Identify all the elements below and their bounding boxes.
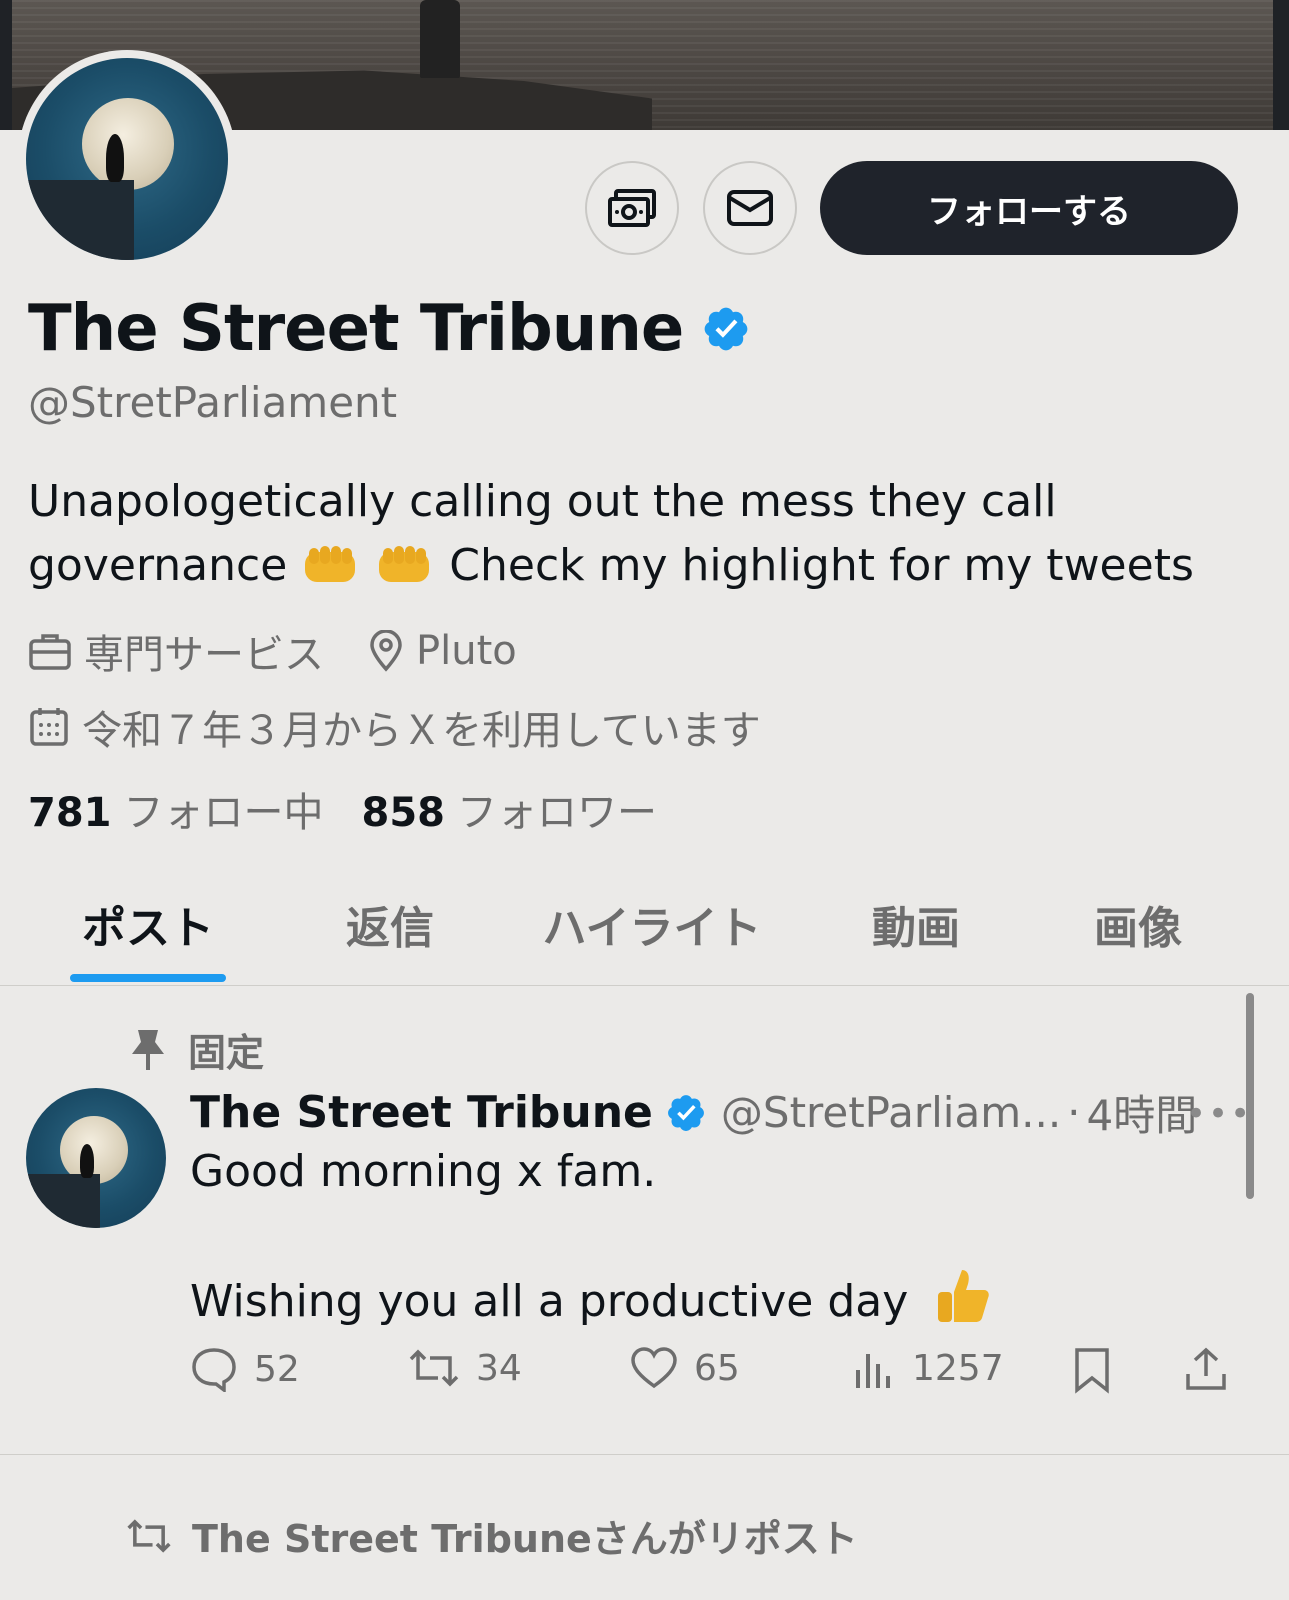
tab-videos[interactable]: 動画 [856,892,976,956]
post-text-line-2-content: Wishing you all a productive day [190,1276,909,1327]
repost-note-text: The Street Tribuneさんがリポスト [192,1517,858,1561]
verified-badge-icon[interactable] [701,304,751,354]
bookmark-button[interactable] [1072,1346,1128,1394]
reply-button[interactable]: 52 [190,1346,300,1392]
avatar-cliff [26,180,134,260]
pin-icon [132,1029,164,1070]
followers-count: 858 [361,790,446,836]
following-label: フォロー中 [123,790,324,836]
profile-tabs: ポスト 返信 ハイライト 動画 画像 [0,870,1289,986]
display-name: The Street Tribune [28,292,684,366]
profile-bio: Unapologetically calling out the mess th… [28,470,1248,598]
avatar-person [80,1144,94,1178]
tip-button[interactable] [585,161,679,255]
post-actions: 52 34 65 1257 [190,1346,1240,1402]
bio-line-2-post: Check my highlight for my tweets [449,540,1194,591]
avatar-image [26,58,228,260]
followers-label: フォロワー [457,790,657,836]
reply-icon [192,1348,236,1392]
tab-posts[interactable]: ポスト [70,892,226,956]
post-author-name[interactable]: The Street Tribune [190,1087,653,1138]
repost-icon [127,1518,171,1553]
avatar-moon [82,98,174,190]
post-author-handle[interactable]: @StretParliam... [721,1088,1061,1137]
views-button[interactable]: 1257 [852,1346,1004,1390]
bio-line-1: Unapologetically calling out the mess th… [28,476,1057,527]
profile-name-row: The Street Tribune [28,292,751,366]
repost-count: 34 [476,1347,522,1389]
fist-emoji-icon [379,546,430,582]
repost-note: The Street Tribuneさんがリポスト [126,1508,858,1563]
share-button[interactable] [1184,1346,1244,1392]
share-icon [1186,1347,1226,1390]
post-divider [0,1454,1289,1455]
profile-handle: @StretParliament [28,378,398,427]
repost-button[interactable]: 34 [408,1346,522,1390]
profile-location: Pluto [416,628,517,674]
mail-icon [727,190,773,226]
views-count: 1257 [912,1347,1004,1389]
banner-edge-left [0,0,12,130]
followers-link[interactable]: 858 フォロワー [362,780,658,838]
post-timestamp[interactable]: 4時間 [1087,1082,1198,1143]
message-button[interactable] [703,161,797,255]
briefcase-icon [29,634,71,670]
follow-button[interactable]: フォローする [820,161,1238,255]
reply-count: 52 [254,1348,300,1390]
following-link[interactable]: 781 フォロー中 [28,780,324,838]
bookmark-icon [1075,1348,1109,1394]
thumbs-up-emoji-icon [938,1270,990,1322]
following-count: 781 [28,790,112,836]
avatar-cliff [26,1174,100,1228]
profile-joined: 令和７年３月からＸを利用しています [82,708,761,754]
post-text-line-2: Wishing you all a productive day [190,1266,992,1327]
views-icon [856,1354,890,1388]
repost-icon [409,1349,459,1387]
follow-button-label: フォローする [927,191,1131,232]
location-pin-icon [370,630,402,672]
avatar-person [106,134,124,182]
tab-highlights[interactable]: ハイライト [532,892,772,956]
calendar-icon [30,708,68,746]
active-tab-indicator [70,974,226,982]
banner-figure [420,0,460,78]
bio-line-2: governance Check my highlight for my twe… [28,534,1248,598]
post-separator: · [1067,1088,1081,1137]
like-button[interactable]: 65 [630,1346,740,1390]
bio-line-2-pre: governance [28,540,288,591]
tab-images[interactable]: 画像 [1078,892,1198,956]
pinned-label: 固定 [188,1031,265,1075]
profile-stats: 781 フォロー中 858 フォロワー [28,780,657,838]
pinned-indicator: 固定 [128,1022,264,1077]
post-author-avatar[interactable] [26,1088,166,1228]
post-header: The Street Tribune @StretParliam... · 4時… [190,1082,1197,1143]
profile-meta-row: 専門サービス Pluto [28,622,517,680]
post-text-line-1: Good morning x fam. [190,1146,657,1197]
fist-emoji-icon [305,546,356,582]
profile-category: 専門サービス [84,632,324,678]
banner-edge-right [1273,0,1289,130]
tab-replies[interactable]: 返信 [330,892,450,956]
heart-icon [631,1347,677,1389]
verified-badge-icon [667,1094,704,1131]
more-options-icon[interactable]: ••• [1186,1094,1252,1134]
profile-avatar[interactable] [18,50,236,268]
money-icon [608,189,656,227]
profile-joined-row: 令和７年３月からＸを利用しています [28,698,761,756]
like-count: 65 [694,1347,740,1389]
